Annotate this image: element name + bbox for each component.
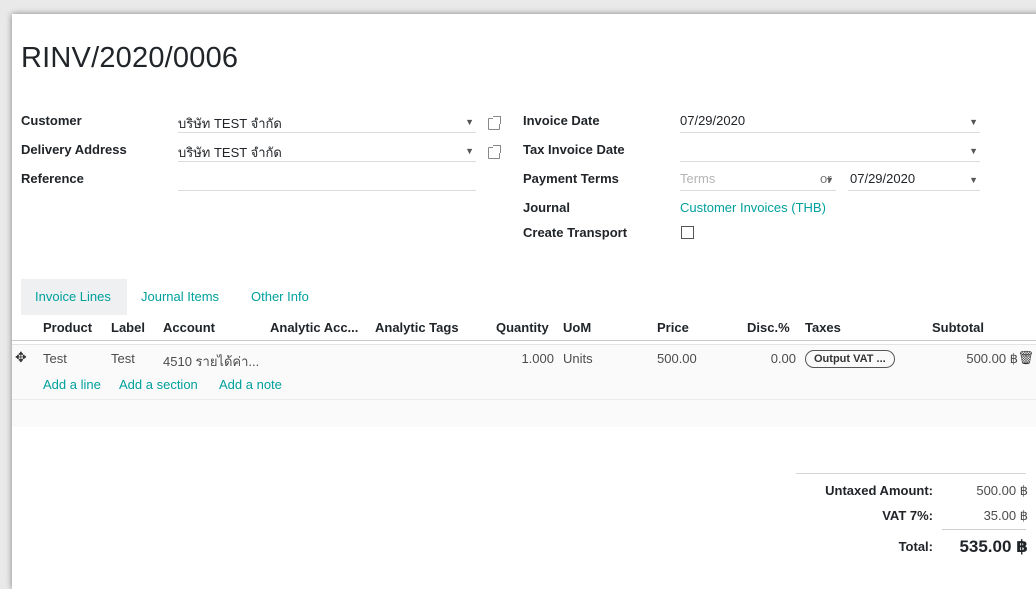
total-divider xyxy=(942,529,1026,530)
dropdown-caret-icon[interactable]: ▼ xyxy=(465,146,474,156)
dropdown-caret-icon[interactable]: ▼ xyxy=(969,175,978,185)
or-label: or xyxy=(820,171,832,186)
column-header-label[interactable]: Label xyxy=(111,320,145,335)
table-header-divider xyxy=(12,340,1036,341)
total-label: Total: xyxy=(898,539,933,554)
untaxed-amount-label: Untaxed Amount: xyxy=(825,483,933,498)
column-header-taxes[interactable]: Taxes xyxy=(805,320,841,335)
table-row[interactable]: ✥ Test Test 4510 รายได้ค่า... 1.000 Unit… xyxy=(12,344,1036,372)
cell-quantity[interactable]: 1.000 xyxy=(521,351,554,366)
column-header-quantity[interactable]: Quantity xyxy=(496,320,549,335)
invoice-date-field[interactable]: 07/29/2020 ▼ xyxy=(680,111,980,133)
vat-label: VAT 7%: xyxy=(882,508,933,523)
table-footer-divider xyxy=(12,399,1036,400)
add-line-link[interactable]: Add a line xyxy=(43,377,101,392)
column-header-subtotal[interactable]: Subtotal xyxy=(932,320,984,335)
tab-other-info[interactable]: Other Info xyxy=(251,289,309,304)
dropdown-caret-icon[interactable]: ▼ xyxy=(969,146,978,156)
customer-field[interactable]: บริษัท TEST จำกัด ▼ xyxy=(178,111,476,133)
invoice-date-value: 07/29/2020 xyxy=(680,113,746,128)
drag-handle-icon[interactable]: ✥ xyxy=(15,349,27,366)
column-header-price[interactable]: Price xyxy=(657,320,689,335)
cell-subtotal: 500.00 ฿ xyxy=(966,351,1018,366)
dropdown-caret-icon[interactable]: ▼ xyxy=(465,117,474,127)
cell-label[interactable]: Test xyxy=(111,351,135,366)
customer-value: บริษัท TEST จำกัด xyxy=(178,116,282,131)
column-header-discount[interactable]: Disc.% xyxy=(747,320,790,335)
column-header-product[interactable]: Product xyxy=(43,320,92,335)
external-link-icon[interactable] xyxy=(488,116,501,130)
tab-journal-items[interactable]: Journal Items xyxy=(141,289,219,304)
create-transport-checkbox[interactable] xyxy=(681,226,694,239)
create-transport-label: Create Transport xyxy=(523,225,628,240)
tax-tag[interactable]: Output VAT ... xyxy=(805,350,895,368)
total-value: 535.00 ฿ xyxy=(959,537,1028,556)
cell-uom[interactable]: Units xyxy=(563,351,593,366)
dropdown-caret-icon[interactable]: ▼ xyxy=(969,117,978,127)
trash-icon[interactable]: 🗑 xyxy=(1017,350,1034,366)
add-section-link[interactable]: Add a section xyxy=(119,377,198,392)
delivery-address-label: Delivery Address xyxy=(21,142,127,157)
record-title: RINV/2020/0006 xyxy=(21,42,239,74)
tab-invoice-lines[interactable]: Invoice Lines xyxy=(21,279,127,315)
external-link-icon[interactable] xyxy=(488,145,501,159)
tab-invoice-lines-label: Invoice Lines xyxy=(35,289,111,304)
vat-value: 35.00 ฿ xyxy=(983,508,1028,523)
customer-label: Customer xyxy=(21,113,82,128)
invoice-form-sheet: RINV/2020/0006 Customer บริษัท TEST จำกั… xyxy=(12,14,1036,589)
journal-link[interactable]: Customer Invoices (THB) xyxy=(680,200,826,215)
column-header-uom[interactable]: UoM xyxy=(563,320,591,335)
due-date-value: 07/29/2020 xyxy=(850,171,916,186)
delivery-address-value: บริษัท TEST จำกัด xyxy=(178,145,282,160)
column-header-analytic-tags[interactable]: Analytic Tags xyxy=(375,320,459,335)
cell-account[interactable]: 4510 รายได้ค่า... xyxy=(163,351,259,372)
untaxed-amount-value: 500.00 ฿ xyxy=(976,483,1028,498)
totals-top-divider xyxy=(796,473,1026,474)
cell-price[interactable]: 500.00 xyxy=(657,351,697,366)
tax-invoice-date-field[interactable]: ▼ xyxy=(680,140,980,162)
column-header-account[interactable]: Account xyxy=(163,320,215,335)
due-date-field[interactable]: 07/29/2020 ▼ xyxy=(848,169,980,191)
cell-product[interactable]: Test xyxy=(43,351,67,366)
payment-terms-placeholder: Terms xyxy=(680,171,716,186)
tax-invoice-date-label: Tax Invoice Date xyxy=(523,142,625,157)
journal-label: Journal xyxy=(523,200,570,215)
payment-terms-label: Payment Terms xyxy=(523,171,619,186)
reference-label: Reference xyxy=(21,171,84,186)
invoice-date-label: Invoice Date xyxy=(523,113,600,128)
payment-terms-field[interactable]: Terms ▼ xyxy=(680,169,836,191)
add-note-link[interactable]: Add a note xyxy=(219,377,282,392)
cell-discount[interactable]: 0.00 xyxy=(771,351,796,366)
column-header-analytic-account[interactable]: Analytic Acc... xyxy=(270,320,358,335)
delivery-address-field[interactable]: บริษัท TEST จำกัด ▼ xyxy=(178,140,476,162)
reference-input[interactable] xyxy=(178,169,476,191)
